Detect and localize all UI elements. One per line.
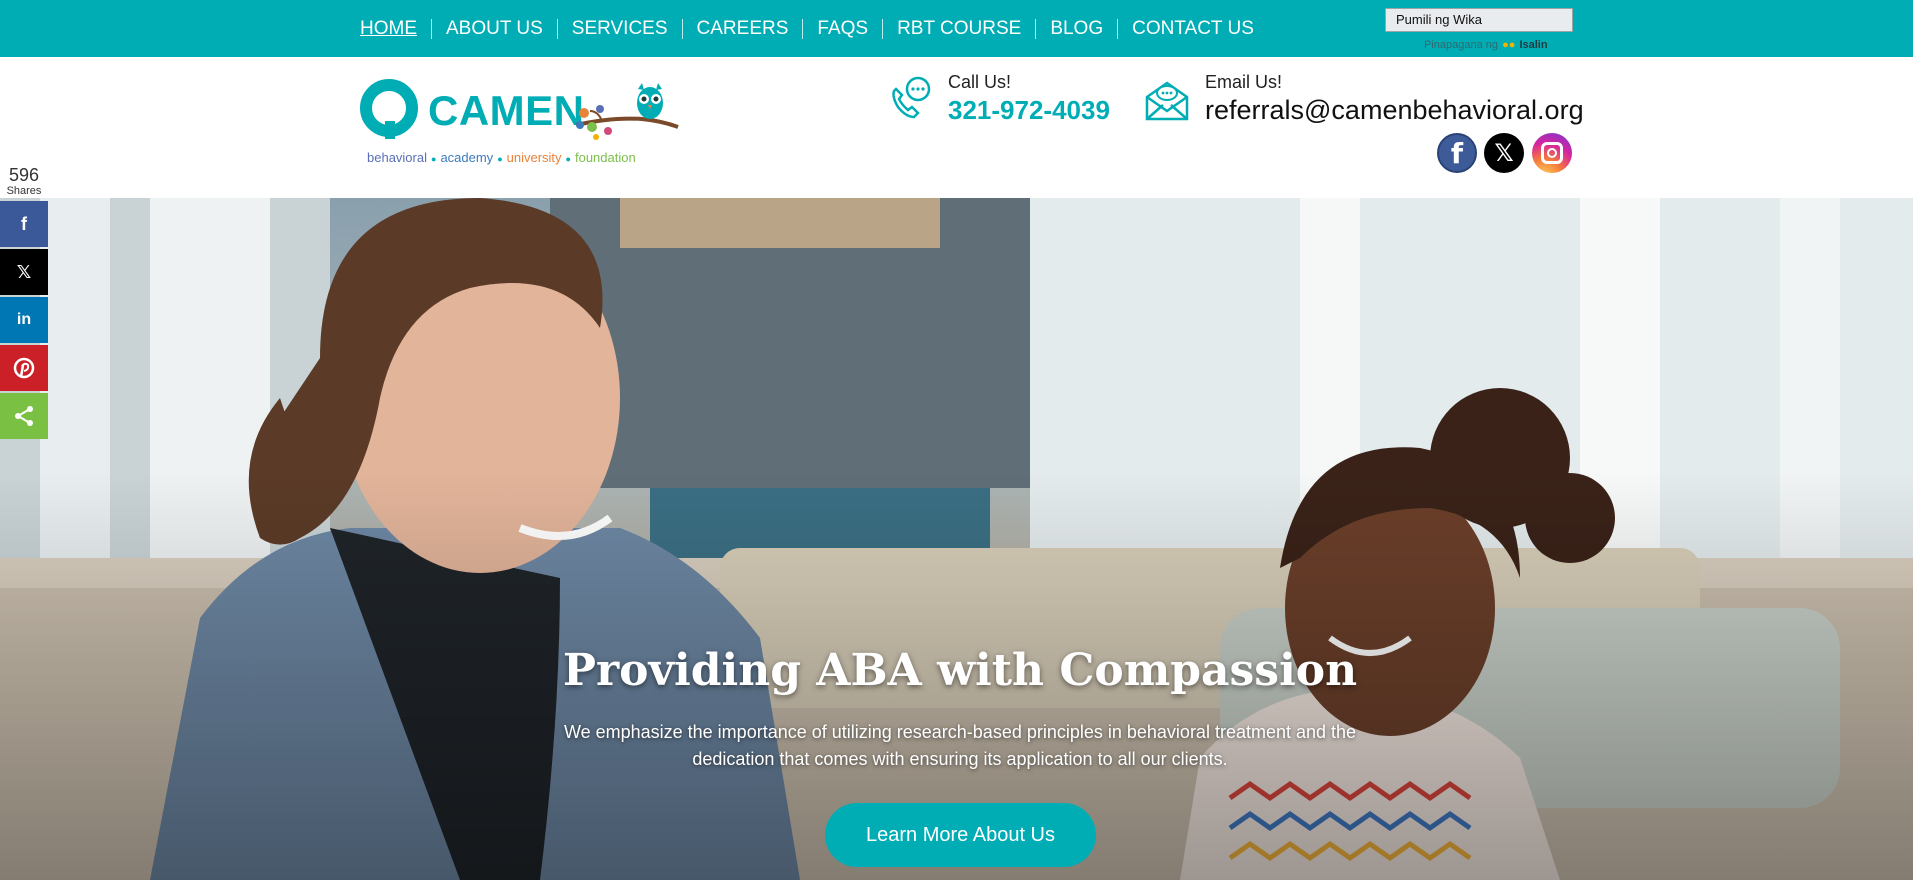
nav-contact-us[interactable]: CONTACT US bbox=[1117, 18, 1268, 39]
owl-on-branch-icon bbox=[575, 83, 679, 140]
share-counter: 596 Shares bbox=[0, 165, 48, 197]
translate-powered-by: Pinapagana ng ●● Isalin bbox=[1424, 39, 1548, 51]
x-twitter-icon: 𝕏 bbox=[16, 261, 32, 282]
nav-careers[interactable]: CAREERS bbox=[681, 18, 803, 39]
tagline-dot: ● bbox=[565, 154, 571, 164]
phone-number-link[interactable]: 321-972-4039 bbox=[948, 93, 1110, 127]
top-nav-bar: HOME ABOUT US SERVICES CAREERS FAQS RBT … bbox=[0, 0, 1913, 57]
hero-title: Providing ABA with Compassion bbox=[562, 645, 1358, 696]
envelope-chat-icon bbox=[1145, 81, 1189, 121]
linkedin-icon: in bbox=[16, 311, 32, 328]
share-x-button[interactable]: 𝕏 bbox=[0, 249, 48, 295]
logo-tagline: behavioral ● academy ● university ● foundation bbox=[367, 150, 636, 165]
email-address-link[interactable]: referrals@camenbehavioral.org bbox=[1205, 93, 1584, 127]
instagram-icon[interactable] bbox=[1532, 133, 1572, 173]
learn-more-button[interactable]: Learn More About Us bbox=[825, 803, 1096, 867]
language-select[interactable]: Pumili ng Wika bbox=[1385, 8, 1573, 32]
tagline-university: university bbox=[506, 150, 562, 165]
hero-overlay bbox=[0, 198, 1913, 880]
tagline-behavioral: behavioral bbox=[367, 150, 427, 165]
facebook-icon[interactable]: f bbox=[1437, 133, 1477, 173]
share-facebook-button[interactable]: f bbox=[0, 201, 48, 247]
email-us-label: Email Us! bbox=[1205, 72, 1283, 92]
share-linkedin-button[interactable]: in bbox=[0, 297, 48, 343]
logo-wordmark: CAMEN bbox=[428, 87, 585, 134]
nav-home[interactable]: HOME bbox=[360, 18, 431, 39]
nav-about-us[interactable]: ABOUT US bbox=[431, 18, 557, 39]
nav-services[interactable]: SERVICES bbox=[556, 18, 682, 39]
tagline-dot: ● bbox=[497, 154, 503, 164]
share-more-button[interactable] bbox=[0, 393, 48, 439]
nav-rbt-course[interactable]: RBT COURSE bbox=[882, 18, 1035, 39]
tagline-academy: academy bbox=[440, 150, 494, 165]
call-us-block[interactable]: Call Us! 321-972-4039 bbox=[886, 71, 1110, 127]
share-icon bbox=[15, 406, 33, 426]
pinterest-icon bbox=[13, 357, 35, 379]
hero-section: Providing ABA with Compassion We emphasi… bbox=[0, 198, 1913, 880]
phone-chat-icon bbox=[892, 76, 931, 119]
powered-by-text: Pinapagana ng bbox=[1424, 39, 1499, 51]
site-logo[interactable]: CAMEN behavioral ● academy ● university ● foun… bbox=[360, 79, 680, 179]
google-logo-icon: ●● bbox=[1502, 39, 1516, 51]
site-header: CAMEN behavioral ● academy ● university ● foun… bbox=[0, 57, 1913, 198]
instagram-glyph bbox=[1541, 142, 1563, 164]
call-us-label: Call Us! bbox=[948, 72, 1012, 92]
share-count-number: 596 bbox=[8, 165, 40, 185]
tagline-foundation: foundation bbox=[574, 150, 636, 165]
tagline-dot: ● bbox=[431, 154, 437, 164]
x-twitter-icon[interactable]: 𝕏 bbox=[1484, 133, 1524, 173]
email-us-block[interactable]: Email Us! referrals@camenbehavioral.org bbox=[1143, 71, 1584, 127]
nav-blog[interactable]: BLOG bbox=[1035, 18, 1117, 39]
share-count-label: Shares bbox=[6, 185, 42, 197]
facebook-icon: f bbox=[21, 213, 27, 234]
main-nav: HOME ABOUT US SERVICES CAREERS FAQS RBT … bbox=[360, 0, 1268, 57]
share-pinterest-button[interactable] bbox=[0, 345, 48, 391]
nav-faqs[interactable]: FAQS bbox=[802, 18, 882, 39]
translate-link[interactable]: Isalin bbox=[1519, 39, 1547, 51]
logo-ring-icon bbox=[360, 79, 418, 139]
hero-subtitle: We emphasize the importance of utilizing… bbox=[563, 722, 1357, 769]
